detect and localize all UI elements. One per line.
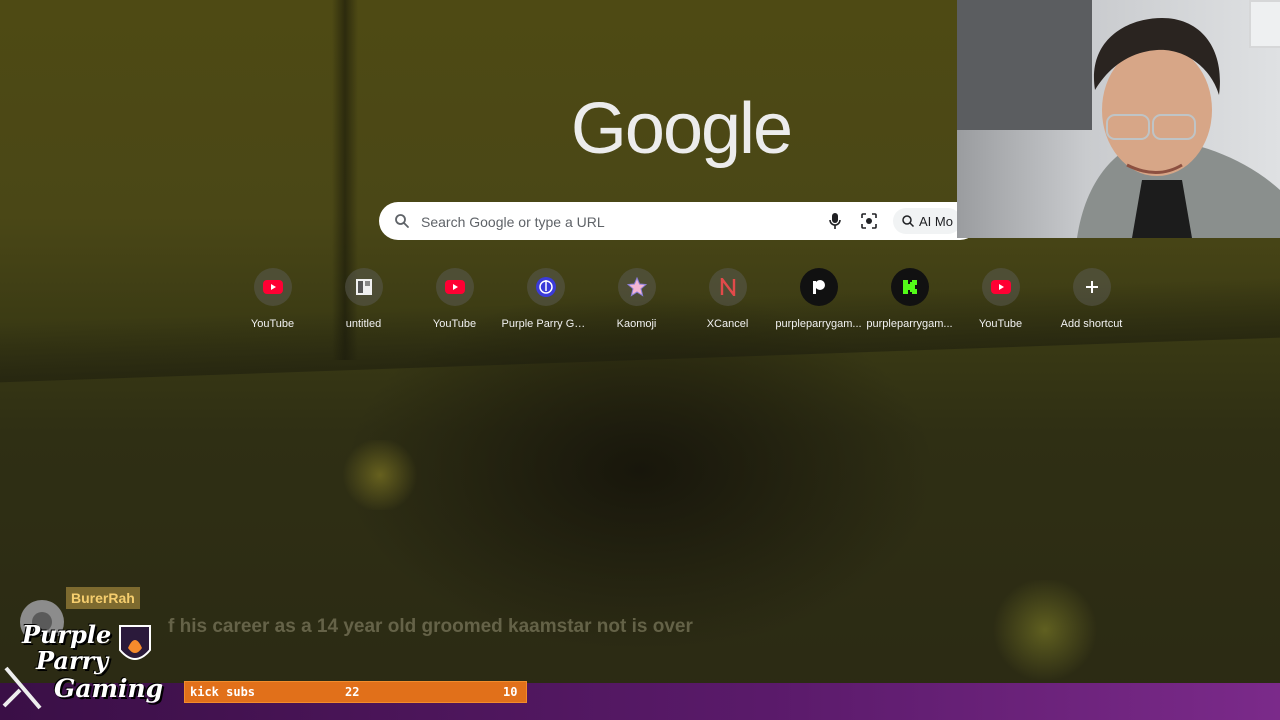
- untitled-icon: [344, 268, 383, 306]
- plus-icon: [1072, 268, 1111, 306]
- shortcut-patreon[interactable]: purpleparrygam...: [773, 268, 864, 338]
- patreon-icon: [799, 268, 838, 306]
- microphone-icon[interactable]: [827, 212, 843, 230]
- chat-username: BurerRah: [66, 587, 140, 609]
- youtube-icon: [981, 268, 1020, 306]
- shortcut-kaomoji[interactable]: Kaomoji: [591, 268, 682, 338]
- shortcut-untitled[interactable]: untitled: [318, 268, 409, 338]
- webcam-feed: [957, 0, 1280, 238]
- shortcut-youtube-1[interactable]: YouTube: [227, 268, 318, 338]
- ai-search-icon: [902, 215, 915, 228]
- shortcut-tiles: YouTube untitled YouTube Purple Parry Ga…: [227, 268, 1137, 338]
- shortcut-purple-parry[interactable]: Purple Parry Ga...: [500, 268, 591, 338]
- brand-line-1: Purple: [22, 620, 112, 649]
- subs-label: kick subs: [190, 685, 256, 699]
- shortcut-xcancel[interactable]: XCancel: [682, 268, 773, 338]
- search-icon: [395, 214, 409, 228]
- brand-line-2: Parry: [36, 646, 109, 675]
- chat-message: f his career as a 14 year old groomed ka…: [168, 616, 693, 636]
- brand-line-3: Gaming: [54, 674, 164, 703]
- shortcut-kick[interactable]: purpleparrygam...: [864, 268, 955, 338]
- xcancel-icon: [708, 268, 747, 306]
- subs-goal: 10: [503, 685, 518, 699]
- purple-parry-gaming-logo: Purple Parry Gaming: [0, 620, 165, 720]
- youtube-icon: [435, 268, 474, 306]
- kick-icon: [890, 268, 929, 306]
- subs-count: 22: [345, 685, 360, 699]
- search-box[interactable]: AI Mo: [379, 202, 979, 242]
- youtube-icon: [253, 268, 292, 306]
- add-shortcut-button[interactable]: Add shortcut: [1046, 268, 1137, 338]
- ai-mode-button[interactable]: AI Mo: [893, 208, 961, 234]
- kick-subs-goal-bar: kick subs 22 10: [184, 681, 527, 703]
- shortcut-youtube-3[interactable]: YouTube: [955, 268, 1046, 338]
- google-lens-icon[interactable]: [860, 212, 878, 230]
- search-input[interactable]: [419, 202, 803, 242]
- shortcut-youtube-2[interactable]: YouTube: [409, 268, 500, 338]
- purple-parry-icon: [526, 268, 565, 306]
- ai-mode-label: AI Mo: [919, 213, 953, 229]
- kaomoji-icon: [617, 268, 656, 306]
